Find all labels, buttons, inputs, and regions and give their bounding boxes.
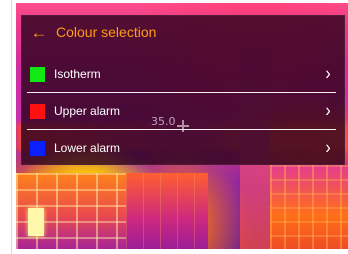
back-arrow-icon: ← (30, 22, 48, 42)
bright-window (28, 208, 44, 236)
camera-screen: ← Colour selection Isotherm › Upper alar… (0, 0, 348, 254)
lower-alarm-label: Lower alarm (54, 141, 121, 155)
page-title: Colour selection (56, 24, 157, 40)
chevron-right-icon: › (325, 64, 331, 84)
temperature-value: 35.0 (151, 115, 176, 128)
thermal-building-middle (126, 173, 208, 249)
isotherm-menu-item[interactable]: Isotherm › (22, 56, 344, 93)
upper-alarm-color-swatch (30, 104, 45, 119)
panel-header: ← Colour selection (22, 16, 344, 48)
lower-alarm-color-swatch (30, 141, 45, 156)
colour-selection-panel: ← Colour selection Isotherm › Upper alar… (21, 15, 345, 165)
colour-menu-list: Isotherm › Upper alarm › Lower alarm › (22, 56, 344, 166)
thermal-building-right (270, 165, 348, 249)
chevron-right-icon: › (325, 138, 331, 158)
isotherm-label: Isotherm (54, 67, 101, 81)
back-button[interactable]: ← (22, 16, 56, 48)
upper-alarm-label: Upper alarm (54, 104, 121, 118)
isotherm-color-swatch (30, 67, 45, 82)
left-divider (11, 0, 12, 254)
lower-alarm-menu-item[interactable]: Lower alarm › (22, 130, 344, 167)
crosshair-icon (177, 120, 189, 132)
chevron-right-icon: › (325, 101, 331, 121)
